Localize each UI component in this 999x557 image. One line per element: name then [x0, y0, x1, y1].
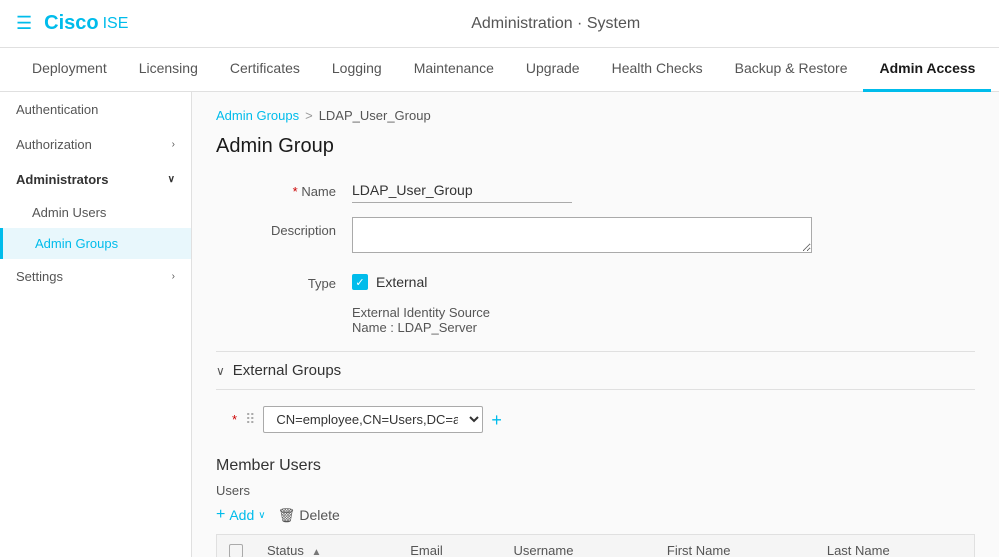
- form-row-description: Description: [216, 217, 975, 256]
- delete-label: Delete: [299, 507, 339, 523]
- th-checkbox: [217, 535, 256, 557]
- form-row-name: Name: [216, 178, 975, 203]
- nav-upgrade[interactable]: Upgrade: [510, 48, 596, 92]
- chevron-down-icon: ∨: [168, 174, 175, 185]
- member-users-title: Member Users: [216, 457, 975, 475]
- sidebar-item-settings[interactable]: Settings ›: [0, 259, 191, 294]
- member-users-section: Member Users Users + Add ∨ 🗑 Delete: [216, 457, 975, 557]
- table-header: Status ▲ Email Username First Name: [217, 535, 975, 557]
- add-button[interactable]: + Add ∨: [216, 506, 266, 524]
- name-label: Name: [216, 178, 336, 199]
- last-name-column-label: Last Name: [827, 543, 890, 557]
- ext-id-source-name: Name : LDAP_Server: [352, 320, 975, 335]
- th-first-name: First Name: [655, 535, 815, 557]
- external-label: External: [376, 274, 427, 290]
- main-content: Admin Groups > LDAP_User_Group Admin Gro…: [192, 92, 999, 557]
- chevron-right-icon: ›: [172, 271, 175, 282]
- external-groups-row: * ⠿ CN=employee,CN=Users,DC=a +: [232, 398, 975, 441]
- ext-id-source-info: External Identity Source Name : LDAP_Ser…: [352, 305, 975, 335]
- nav-backup-restore[interactable]: Backup & Restore: [719, 48, 864, 92]
- add-external-group-button[interactable]: +: [491, 411, 502, 429]
- sidebar-item-authentication[interactable]: Authentication: [0, 92, 191, 127]
- delete-button[interactable]: 🗑 Delete: [278, 507, 340, 524]
- ext-id-source-label: External Identity Source: [352, 305, 975, 320]
- chevron-down-icon[interactable]: ∨: [258, 510, 265, 521]
- sidebar-item-label: Settings: [16, 269, 63, 284]
- collapse-toggle-icon[interactable]: ∨: [216, 364, 225, 378]
- sidebar-item-label: Administrators: [16, 172, 108, 187]
- nav-logging[interactable]: Logging: [316, 48, 398, 92]
- drag-handle-icon[interactable]: ⠿: [245, 411, 255, 428]
- sidebar-item-admin-users[interactable]: Admin Users: [0, 197, 191, 228]
- nav-deployment[interactable]: Deployment: [16, 48, 123, 92]
- main-layout: Authentication Authorization › Administr…: [0, 92, 999, 557]
- action-bar: + Add ∨ 🗑 Delete: [216, 506, 975, 524]
- nav-health-checks[interactable]: Health Checks: [596, 48, 719, 92]
- trash-icon: 🗑: [278, 507, 296, 524]
- cisco-wordmark: Cisco: [44, 12, 98, 35]
- external-checkbox[interactable]: [352, 274, 368, 290]
- th-last-name: Last Name: [815, 535, 975, 557]
- name-value: [352, 178, 975, 203]
- description-input[interactable]: [352, 217, 812, 253]
- ise-wordmark: ISE: [103, 15, 129, 33]
- username-column-label: Username: [513, 543, 573, 557]
- type-checkbox-container: External: [352, 274, 975, 290]
- sidebar-item-label: Admin Groups: [35, 236, 118, 251]
- nav-admin-access[interactable]: Admin Access: [863, 48, 991, 92]
- sidebar-item-label: Authentication: [16, 102, 98, 117]
- chevron-right-icon: ›: [172, 139, 175, 150]
- first-name-column-label: First Name: [667, 543, 731, 557]
- logo: Cisco ISE: [44, 12, 128, 35]
- select-all-checkbox[interactable]: [229, 544, 243, 557]
- type-value: External: [352, 270, 975, 290]
- ext-id-name-value: LDAP_Server: [398, 320, 477, 335]
- th-email: Email: [398, 535, 501, 557]
- sort-icon[interactable]: ▲: [311, 547, 321, 557]
- required-star: *: [232, 412, 237, 427]
- sidebar-item-administrators[interactable]: Administrators ∨: [0, 162, 191, 197]
- nav-settings[interactable]: Settings: [991, 48, 999, 92]
- users-table: Status ▲ Email Username First Name: [216, 534, 975, 557]
- sidebar: Authentication Authorization › Administr…: [0, 92, 192, 557]
- th-username: Username: [501, 535, 654, 557]
- form-row-type: Type External: [216, 270, 975, 291]
- nav-certificates[interactable]: Certificates: [214, 48, 316, 92]
- sidebar-item-label: Admin Users: [32, 205, 106, 220]
- users-label: Users: [216, 483, 975, 498]
- sidebar-item-label: Authorization: [16, 137, 92, 152]
- ext-id-name-label: Name :: [352, 320, 394, 335]
- breadcrumb-separator: >: [305, 108, 313, 123]
- plus-icon: +: [216, 506, 225, 524]
- external-groups-title: External Groups: [233, 362, 341, 379]
- nav-licensing[interactable]: Licensing: [123, 48, 214, 92]
- breadcrumb: Admin Groups > LDAP_User_Group: [216, 108, 975, 123]
- th-status: Status ▲: [255, 535, 398, 557]
- sidebar-item-authorization[interactable]: Authorization ›: [0, 127, 191, 162]
- breadcrumb-current: LDAP_User_Group: [319, 108, 431, 123]
- type-label: Type: [216, 270, 336, 291]
- breadcrumb-link[interactable]: Admin Groups: [216, 108, 299, 123]
- page-title: Admin Group: [216, 135, 975, 158]
- sidebar-item-admin-groups[interactable]: Admin Groups: [0, 228, 191, 259]
- add-label: Add: [229, 507, 254, 523]
- table-header-row: Status ▲ Email Username First Name: [217, 535, 975, 557]
- description-label: Description: [216, 217, 336, 238]
- external-group-dropdown[interactable]: CN=employee,CN=Users,DC=a: [263, 406, 483, 433]
- menu-icon[interactable]: ☰: [16, 13, 32, 34]
- email-column-label: Email: [410, 543, 443, 557]
- description-value: [352, 217, 975, 256]
- external-groups-section-header: ∨ External Groups: [216, 351, 975, 390]
- navbar: Deployment Licensing Certificates Loggin…: [0, 48, 999, 92]
- status-column-label: Status: [267, 543, 304, 557]
- name-input[interactable]: [352, 178, 572, 203]
- topbar: ☰ Cisco ISE Administration · System: [0, 0, 999, 48]
- app-title: Administration · System: [128, 15, 983, 33]
- nav-maintenance[interactable]: Maintenance: [398, 48, 510, 92]
